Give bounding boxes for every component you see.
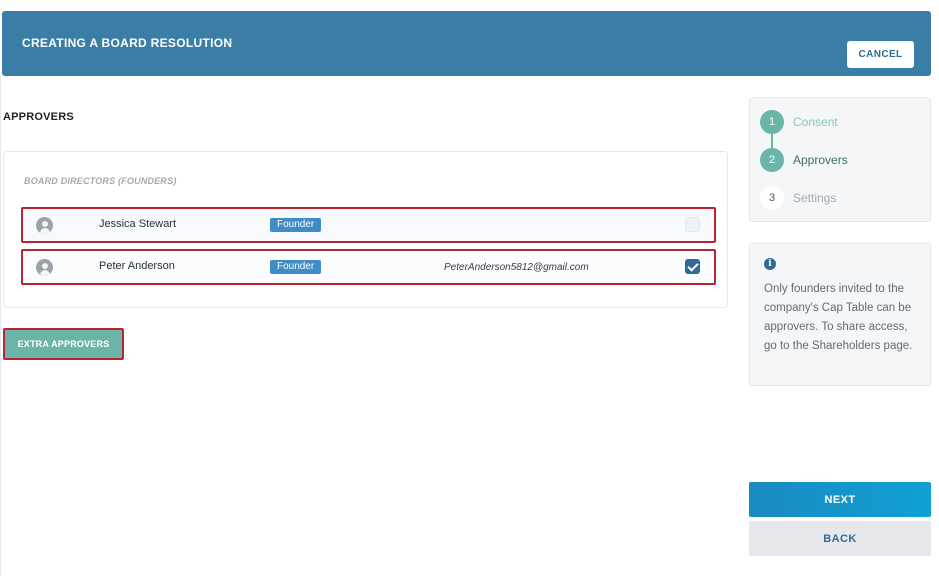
avatar [36,259,53,276]
approver-checkbox[interactable] [685,217,700,232]
group-label: BOARD DIRECTORS (FOUNDERS) [24,176,177,186]
page-header: CREATING A BOARD RESOLUTION CANCEL [2,11,931,76]
avatar [36,217,53,234]
step-number: 2 [760,148,784,172]
info-text: Only founders invited to the company's C… [764,283,913,352]
cancel-button[interactable]: CANCEL [847,41,914,68]
stepper: 1 Consent 2 Approvers 3 Settings [749,97,931,222]
step-number: 3 [760,186,784,210]
approver-name: Jessica Stewart [99,218,177,230]
role-badge: Founder [270,260,322,274]
approver-row[interactable]: Peter Anderson Founder PeterAnderson5812… [21,249,716,285]
next-button[interactable]: NEXT [749,482,931,517]
step-label: Settings [793,191,837,205]
back-button[interactable]: BACK [749,521,931,556]
info-icon: i [764,258,776,270]
step-connector [771,134,773,148]
approver-checkbox[interactable] [685,259,700,274]
section-title: APPROVERS [3,111,74,123]
role-badge: Founder [270,218,322,232]
info-panel: i Only founders invited to the company's… [749,243,931,386]
step-label: Consent [793,115,838,129]
approver-row[interactable]: Jessica Stewart Founder [21,207,716,243]
approvers-card: BOARD DIRECTORS (FOUNDERS) Jessica Stewa… [3,151,728,308]
left-divider [0,76,1,576]
page-title: CREATING A BOARD RESOLUTION [22,36,233,50]
step-number: 1 [760,110,784,134]
extra-approvers-button[interactable]: EXTRA APPROVERS [3,328,124,360]
approver-email: PeterAnderson5812@gmail.com [444,262,589,273]
step-label: Approvers [793,153,848,167]
approver-name: Peter Anderson [99,260,175,272]
